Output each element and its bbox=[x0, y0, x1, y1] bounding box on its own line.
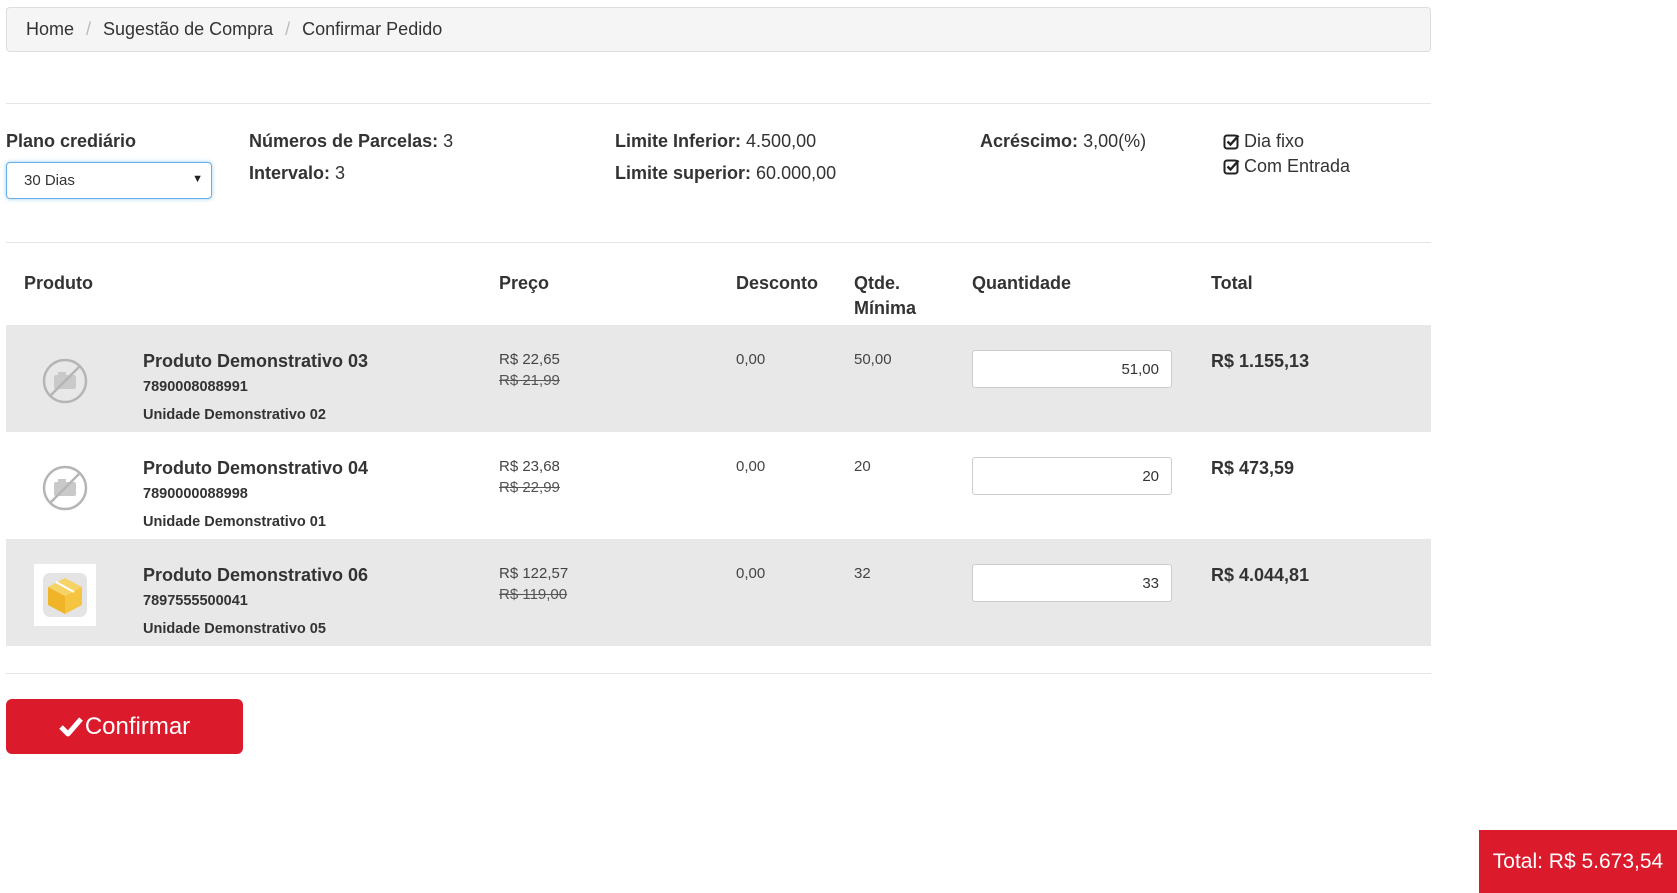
acrescimo-value: 3,00(%) bbox=[1083, 131, 1147, 151]
divider bbox=[6, 673, 1431, 674]
divider bbox=[6, 242, 1431, 243]
product-discount: 0,00 bbox=[736, 351, 766, 368]
parcelas-value: 3 bbox=[443, 131, 454, 151]
order-total-text: Total: R$ 5.673,54 bbox=[1492, 849, 1664, 873]
product-price: R$ 23,68 bbox=[499, 458, 560, 475]
table-row: Produto Demonstrativo 03 7890008088991 U… bbox=[6, 325, 1431, 432]
product-min-qty: 20 bbox=[854, 458, 871, 475]
parcelas-info: Números de Parcelas: 3 bbox=[249, 131, 453, 152]
divider bbox=[6, 103, 1431, 104]
product-name: Produto Demonstrativo 03 bbox=[143, 351, 369, 371]
limite-inferior-label: Limite Inferior: bbox=[615, 131, 742, 151]
product-code: 7890008088991 bbox=[143, 379, 248, 395]
product-old-price: R$ 22,99 bbox=[499, 479, 560, 496]
table-row: Produto Demonstrativo 04 7890000088998 U… bbox=[6, 432, 1431, 539]
header-total: Total bbox=[1211, 273, 1253, 293]
intervalo-info: Intervalo: 3 bbox=[249, 163, 345, 184]
header-produto: Produto bbox=[24, 273, 93, 293]
product-code: 7897555500041 bbox=[143, 593, 248, 609]
acrescimo-label: Acréscimo: bbox=[980, 131, 1079, 151]
quantity-input[interactable]: 20 bbox=[972, 457, 1172, 495]
product-unit: Unidade Demonstrativo 05 bbox=[143, 621, 326, 637]
breadcrumb-home[interactable]: Home bbox=[26, 19, 74, 40]
plan-select-value: 30 Dias bbox=[24, 172, 75, 189]
product-min-qty: 32 bbox=[854, 565, 871, 582]
row-total: R$ 1.155,13 bbox=[1211, 351, 1310, 371]
dia-fixo-checkbox[interactable]: Dia fixo bbox=[1223, 131, 1304, 152]
product-discount: 0,00 bbox=[736, 458, 766, 475]
com-entrada-label: Com Entrada bbox=[1244, 156, 1351, 176]
checked-square-icon bbox=[1223, 159, 1240, 175]
breadcrumb-separator: / bbox=[86, 19, 92, 39]
row-total: R$ 473,59 bbox=[1211, 458, 1295, 478]
limite-inferior-value: 4.500,00 bbox=[746, 131, 817, 151]
confirm-button[interactable]: Confirmar bbox=[6, 699, 243, 754]
header-desconto: Desconto bbox=[736, 273, 819, 293]
breadcrumb: Home / Sugestão de Compra / Confirmar Pe… bbox=[6, 7, 1431, 52]
breadcrumb-current: Confirmar Pedido bbox=[302, 19, 443, 39]
product-code: 7890000088998 bbox=[143, 486, 248, 502]
chevron-down-icon: ▼ bbox=[192, 173, 203, 185]
table-row: Produto Demonstrativo 06 7897555500041 U… bbox=[6, 539, 1431, 646]
product-price: R$ 122,57 bbox=[499, 565, 569, 582]
limite-superior-info: Limite superior: 60.000,00 bbox=[615, 163, 836, 184]
check-icon bbox=[59, 716, 83, 736]
quantity-input[interactable]: 51,00 bbox=[972, 350, 1172, 388]
product-price: R$ 22,65 bbox=[499, 351, 560, 368]
quantity-input[interactable]: 33 bbox=[972, 564, 1172, 602]
checked-square-icon bbox=[1223, 134, 1240, 150]
limite-inferior-info: Limite Inferior: 4.500,00 bbox=[615, 131, 816, 152]
header-qtde-minima-line1: Qtde. bbox=[854, 273, 901, 293]
no-image-icon bbox=[34, 457, 96, 519]
product-unit: Unidade Demonstrativo 01 bbox=[143, 514, 326, 530]
page-content: Home / Sugestão de Compra / Confirmar Pe… bbox=[6, 7, 1431, 754]
acrescimo-info: Acréscimo: 3,00(%) bbox=[980, 131, 1146, 152]
product-name: Produto Demonstrativo 06 bbox=[143, 565, 369, 585]
product-discount: 0,00 bbox=[736, 565, 766, 582]
limite-superior-label: Limite superior: bbox=[615, 163, 752, 183]
plan-select[interactable]: 30 Dias ▼ bbox=[6, 162, 212, 199]
product-old-price: R$ 119,00 bbox=[499, 586, 568, 603]
breadcrumb-sugestao-compra[interactable]: Sugestão de Compra bbox=[103, 19, 273, 40]
product-min-qty: 50,00 bbox=[854, 351, 892, 368]
header-quantidade: Quantidade bbox=[972, 273, 1072, 293]
intervalo-label: Intervalo: bbox=[249, 163, 331, 183]
breadcrumb-separator: / bbox=[285, 19, 291, 39]
plan-label: Plano crediário bbox=[6, 131, 137, 151]
confirm-label: Confirmar bbox=[84, 712, 191, 740]
header-preco: Preço bbox=[499, 273, 550, 293]
order-total-badge: Total: R$ 5.673,54 bbox=[1479, 830, 1677, 893]
com-entrada-checkbox[interactable]: Com Entrada bbox=[1223, 156, 1350, 177]
product-unit: Unidade Demonstrativo 02 bbox=[143, 407, 326, 423]
row-total: R$ 4.044,81 bbox=[1211, 565, 1310, 585]
limite-superior-value: 60.000,00 bbox=[756, 163, 837, 183]
product-box-icon bbox=[34, 564, 96, 626]
dia-fixo-label: Dia fixo bbox=[1244, 131, 1305, 151]
product-name: Produto Demonstrativo 04 bbox=[143, 458, 369, 478]
no-image-icon bbox=[34, 350, 96, 412]
header-qtde-minima: Qtde. Mínima bbox=[854, 271, 916, 321]
product-old-price: R$ 21,99 bbox=[499, 372, 560, 389]
header-qtde-minima-line2: Mínima bbox=[854, 298, 917, 318]
intervalo-value: 3 bbox=[335, 163, 346, 183]
parcelas-label: Números de Parcelas: bbox=[249, 131, 439, 151]
